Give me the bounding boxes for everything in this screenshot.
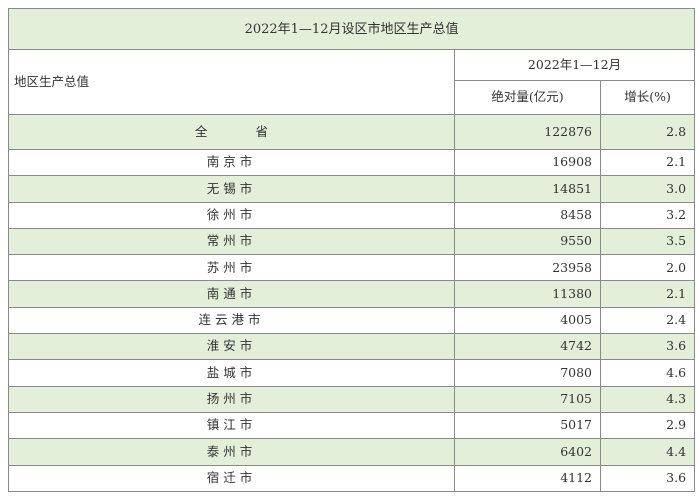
region-value: 23958: [454, 254, 601, 282]
region-name: 徐州市: [8, 201, 455, 229]
region-value: 7080: [454, 359, 601, 387]
table-row: 宿迁市 4112 3.6: [8, 464, 696, 492]
region-growth: 2.1: [599, 148, 696, 177]
region-growth: 3.5: [599, 227, 696, 256]
region-name: 镇江市: [8, 411, 455, 440]
table-row: 南京市 16908 2.1: [8, 148, 696, 177]
region-growth: 2.1: [599, 280, 696, 308]
region-name: 苏州市: [8, 254, 455, 282]
region-growth: 2.0: [599, 254, 696, 282]
region-name: 全省: [8, 114, 455, 150]
table-row: 苏州市 23958 2.0: [8, 254, 696, 282]
region-growth: 3.6: [599, 333, 696, 361]
region-name: 泰州市: [8, 438, 455, 466]
region-name: 连云港市: [8, 306, 455, 335]
region-growth: 3.0: [599, 175, 696, 203]
region-growth: 2.4: [599, 306, 696, 335]
table-row: 南通市 11380 2.1: [8, 280, 696, 308]
region-name: 常州市: [8, 227, 455, 256]
table-row: 淮安市 4742 3.6: [8, 333, 696, 361]
region-growth: 3.6: [599, 464, 696, 492]
region-value: 4005: [454, 306, 601, 335]
header-row-period: 地区生产总值 2022年1—12月: [8, 49, 696, 115]
region-name: 扬州市: [8, 385, 455, 413]
header-col-growth: 增长(%): [599, 80, 696, 115]
table-row: 连云港市 4005 2.4: [8, 306, 696, 335]
region-name: 无锡市: [8, 175, 455, 203]
region-value: 4742: [454, 333, 601, 361]
region-name: 南京市: [8, 148, 455, 177]
region-growth: 4.3: [599, 385, 696, 413]
page: 2022年1—12月设区市地区生产总值 地区生产总值 2022年1—12月 绝对…: [0, 0, 700, 501]
region-name: 淮安市: [8, 333, 455, 361]
table-row: 泰州市 6402 4.4: [8, 438, 696, 466]
header-col-absolute: 绝对量(亿元): [454, 80, 601, 115]
region-name: 宿迁市: [8, 464, 455, 492]
region-growth: 2.9: [599, 411, 696, 440]
region-value: 9550: [454, 227, 601, 256]
table-title-row: 2022年1—12月设区市地区生产总值: [7, 8, 696, 50]
header-period: 2022年1—12月: [453, 49, 696, 81]
header-row-label: 地区生产总值: [8, 49, 455, 115]
region-growth: 2.8: [599, 114, 696, 150]
region-value: 11380: [454, 280, 601, 308]
table-title: 2022年1—12月设区市地区生产总值: [7, 8, 696, 50]
region-value: 122876: [454, 114, 601, 150]
table-row: 徐州市 8458 3.2: [8, 201, 696, 229]
region-growth: 4.6: [599, 359, 696, 387]
region-name: 南通市: [8, 280, 455, 308]
table-row-total: 全省 122876 2.8: [8, 114, 696, 150]
region-growth: 3.2: [599, 201, 696, 229]
table-row: 镇江市 5017 2.9: [8, 411, 696, 440]
region-value: 5017: [454, 411, 601, 440]
region-name: 盐城市: [8, 359, 455, 387]
table-row: 盐城市 7080 4.6: [8, 359, 696, 387]
gdp-table: 2022年1—12月设区市地区生产总值 地区生产总值 2022年1—12月 绝对…: [7, 8, 696, 492]
region-value: 4112: [454, 464, 601, 492]
region-value: 16908: [454, 148, 601, 177]
table-row: 常州市 9550 3.5: [8, 227, 696, 256]
table-row: 扬州市 7105 4.3: [8, 385, 696, 413]
region-value: 6402: [454, 438, 601, 466]
region-growth: 4.4: [599, 438, 696, 466]
region-value: 8458: [454, 201, 601, 229]
region-value: 7105: [454, 385, 601, 413]
table-row: 无锡市 14851 3.0: [8, 175, 696, 203]
region-value: 14851: [454, 175, 601, 203]
